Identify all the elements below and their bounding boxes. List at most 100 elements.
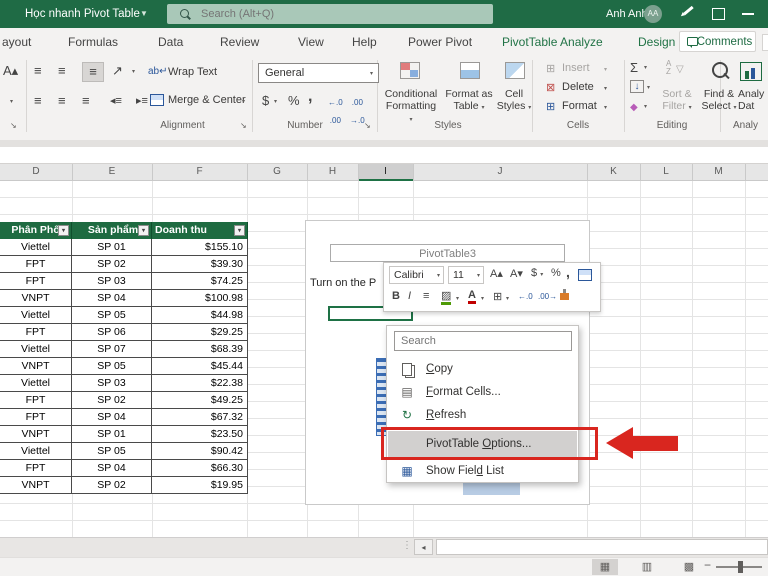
filter-dropdown-icon[interactable]: ▾ [234, 225, 245, 236]
sort-filter-button[interactable]: Sort & Filter ▾ [656, 88, 698, 114]
column-header-m[interactable]: M [692, 164, 745, 180]
accounting-icon[interactable]: $ ▾ [531, 267, 543, 279]
menu-item-format-cells[interactable]: ▤ Format Cells... [388, 381, 577, 404]
font-size-select[interactable]: 11 ▾ [448, 266, 484, 284]
delete-button[interactable]: Delete [562, 81, 594, 93]
borders-icon[interactable]: ⊞ [493, 290, 502, 303]
format-painter-icon[interactable] [560, 289, 569, 300]
filter-dropdown-icon[interactable]: ▾ [138, 225, 149, 236]
zoom-out-icon[interactable]: − [704, 558, 711, 572]
column-header-d[interactable]: D [0, 164, 72, 180]
tab-design[interactable]: Design [638, 28, 675, 56]
align-left-icon[interactable]: ≡ [34, 92, 42, 110]
table-row[interactable]: FPT SP 02 $39.30 [0, 256, 248, 273]
header-doanh-thu[interactable]: Doanh thu ▾ [152, 222, 248, 239]
insert-dropdown-icon[interactable]: ▾ [604, 66, 607, 73]
tab-review[interactable]: Review [220, 28, 259, 56]
zoom-slider-thumb[interactable] [738, 561, 743, 573]
delete-dropdown-icon[interactable]: ▾ [604, 85, 607, 92]
percent-style-icon[interactable]: % [288, 92, 300, 110]
table-row[interactable]: Viettel SP 07 $68.39 [0, 341, 248, 358]
normal-view-icon[interactable]: ▦ [592, 559, 618, 575]
fill-icon[interactable]: ↓ [630, 80, 644, 93]
decrease-decimal-icon[interactable]: .00 →.0 [350, 94, 365, 130]
format-as-table-button[interactable]: Format as Table ▾ [443, 88, 495, 114]
hscroll-left-button[interactable]: ◂ [414, 539, 433, 555]
font-name-select[interactable]: Calibri ▾ [389, 266, 444, 284]
comma-icon[interactable]: , [566, 264, 570, 280]
table-row[interactable]: VNPT SP 04 $100.98 [0, 290, 248, 307]
table-row[interactable]: Viettel SP 05 $44.98 [0, 307, 248, 324]
column-header-i-selected[interactable]: I [358, 164, 413, 181]
column-header-j[interactable]: J [413, 164, 587, 180]
number-dialog-launcher-icon[interactable]: ↘ [364, 121, 371, 130]
align-right-icon[interactable]: ≡ [82, 92, 90, 110]
format-button[interactable]: Format [562, 100, 597, 112]
table-row[interactable]: Viettel SP 03 $22.38 [0, 375, 248, 392]
merge-center-button[interactable]: Merge & Center [168, 94, 246, 106]
align-center-icon[interactable]: ≡ [58, 92, 66, 110]
cell-styles-button[interactable]: Cell Styles ▾ [496, 88, 532, 114]
column-header-h[interactable]: H [307, 164, 358, 180]
column-header-e[interactable]: E [72, 164, 152, 180]
fill-color-dropdown-icon[interactable]: ▾ [456, 295, 459, 302]
tab-pivottable-analyze[interactable]: PivotTable Analyze [502, 28, 603, 56]
merge-icon[interactable] [578, 269, 592, 281]
table-row[interactable]: VNPT SP 01 $23.50 [0, 426, 248, 443]
clear-dropdown-icon[interactable]: ▾ [644, 103, 647, 110]
orientation-icon[interactable]: ↗ [112, 62, 123, 80]
table-row[interactable]: VNPT SP 05 $45.44 [0, 358, 248, 375]
tab-strip-handle-icon[interactable]: ⋮ [402, 540, 412, 551]
menu-item-show-field-list[interactable]: ▦ Show Field List [388, 460, 577, 483]
document-title[interactable]: Học nhanh Pivot Table [25, 0, 140, 28]
decrease-indent-icon[interactable]: ◂≡ [110, 92, 122, 110]
font-size-shrink-icon[interactable]: A▴ [3, 62, 18, 80]
menu-item-copy[interactable]: Copy [388, 358, 577, 381]
menu-item-refresh[interactable]: ↻ Refresh [388, 404, 577, 427]
comma-style-icon[interactable]: , [308, 88, 312, 106]
analyze-data-button[interactable]: Analy Dat [738, 88, 768, 112]
fill-color-icon[interactable]: ▨ [441, 289, 452, 305]
shrink-font-icon[interactable]: A▾ [510, 267, 523, 280]
hscroll-thumb[interactable] [436, 539, 768, 555]
column-header-l[interactable]: L [640, 164, 692, 180]
autosum-icon[interactable]: Σ [630, 59, 638, 77]
share-button-partial[interactable] [762, 34, 768, 51]
middle-align-icon[interactable]: ≡ [58, 62, 66, 80]
percent-icon[interactable]: % [551, 267, 561, 279]
table-row[interactable]: Viettel SP 05 $90.42 [0, 443, 248, 460]
borders-dropdown-icon[interactable]: ▾ [10, 98, 13, 105]
autosum-dropdown-icon[interactable]: ▾ [644, 64, 647, 71]
borders-dropdown-icon[interactable]: ▾ [506, 295, 509, 302]
table-row[interactable]: VNPT SP 02 $19.95 [0, 477, 248, 494]
insert-button[interactable]: Insert [562, 62, 590, 74]
font-dialog-launcher-icon[interactable]: ↘ [10, 121, 17, 130]
increase-indent-icon[interactable]: ▸≡ [136, 92, 148, 110]
table-row[interactable]: FPT SP 06 $29.25 [0, 324, 248, 341]
accounting-format-icon[interactable]: $ [262, 92, 269, 110]
top-align-icon[interactable]: ≡ [34, 62, 42, 80]
find-select-button[interactable]: Find & Select ▾ [698, 88, 740, 114]
grow-font-icon[interactable]: A▴ [490, 267, 503, 280]
fill-dropdown-icon[interactable]: ▾ [647, 84, 650, 91]
global-search-input[interactable] [167, 4, 493, 24]
clear-icon[interactable]: ◆ [630, 99, 638, 117]
format-dropdown-icon[interactable]: ▾ [604, 104, 607, 111]
tab-data[interactable]: Data [158, 28, 183, 56]
tab-formulas[interactable]: Formulas [68, 28, 118, 56]
column-header-g[interactable]: G [247, 164, 307, 180]
alignment-dialog-launcher-icon[interactable]: ↘ [240, 121, 247, 130]
tab-view[interactable]: View [298, 28, 324, 56]
minimize-icon[interactable] [742, 13, 754, 15]
title-dropdown-icon[interactable]: ▼ [140, 0, 148, 28]
filter-dropdown-icon[interactable]: ▾ [58, 225, 69, 236]
merge-dropdown-icon[interactable]: ▾ [242, 98, 245, 105]
accounting-dropdown-icon[interactable]: ▾ [274, 98, 277, 105]
italic-icon[interactable]: I [408, 290, 411, 302]
table-row[interactable]: FPT SP 04 $67.32 [0, 409, 248, 426]
page-break-view-icon[interactable]: ▩ [676, 559, 702, 575]
number-format-select[interactable]: General ▾ [258, 63, 379, 83]
column-header-f[interactable]: F [152, 164, 247, 180]
wrap-text-button[interactable]: Wrap Text [168, 66, 217, 78]
header-phan-phoi[interactable]: Phân Phối ▾ [0, 222, 72, 239]
